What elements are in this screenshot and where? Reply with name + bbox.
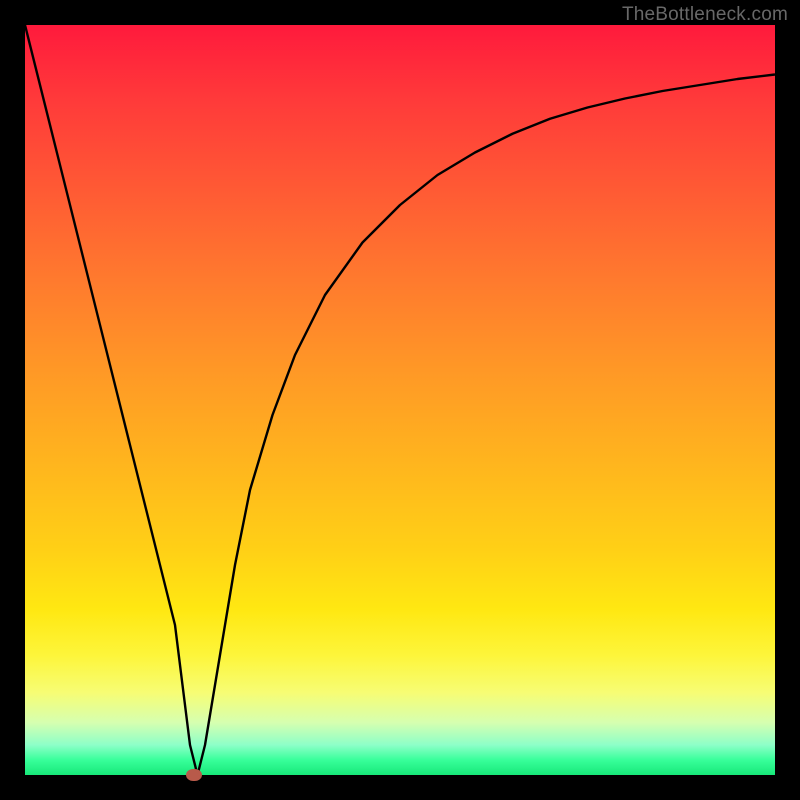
chart-frame: TheBottleneck.com	[0, 0, 800, 800]
minimum-marker	[186, 769, 202, 781]
watermark-text: TheBottleneck.com	[622, 4, 788, 26]
curve-layer	[25, 25, 775, 775]
bottleneck-curve	[25, 25, 775, 775]
plot-area	[25, 25, 775, 775]
